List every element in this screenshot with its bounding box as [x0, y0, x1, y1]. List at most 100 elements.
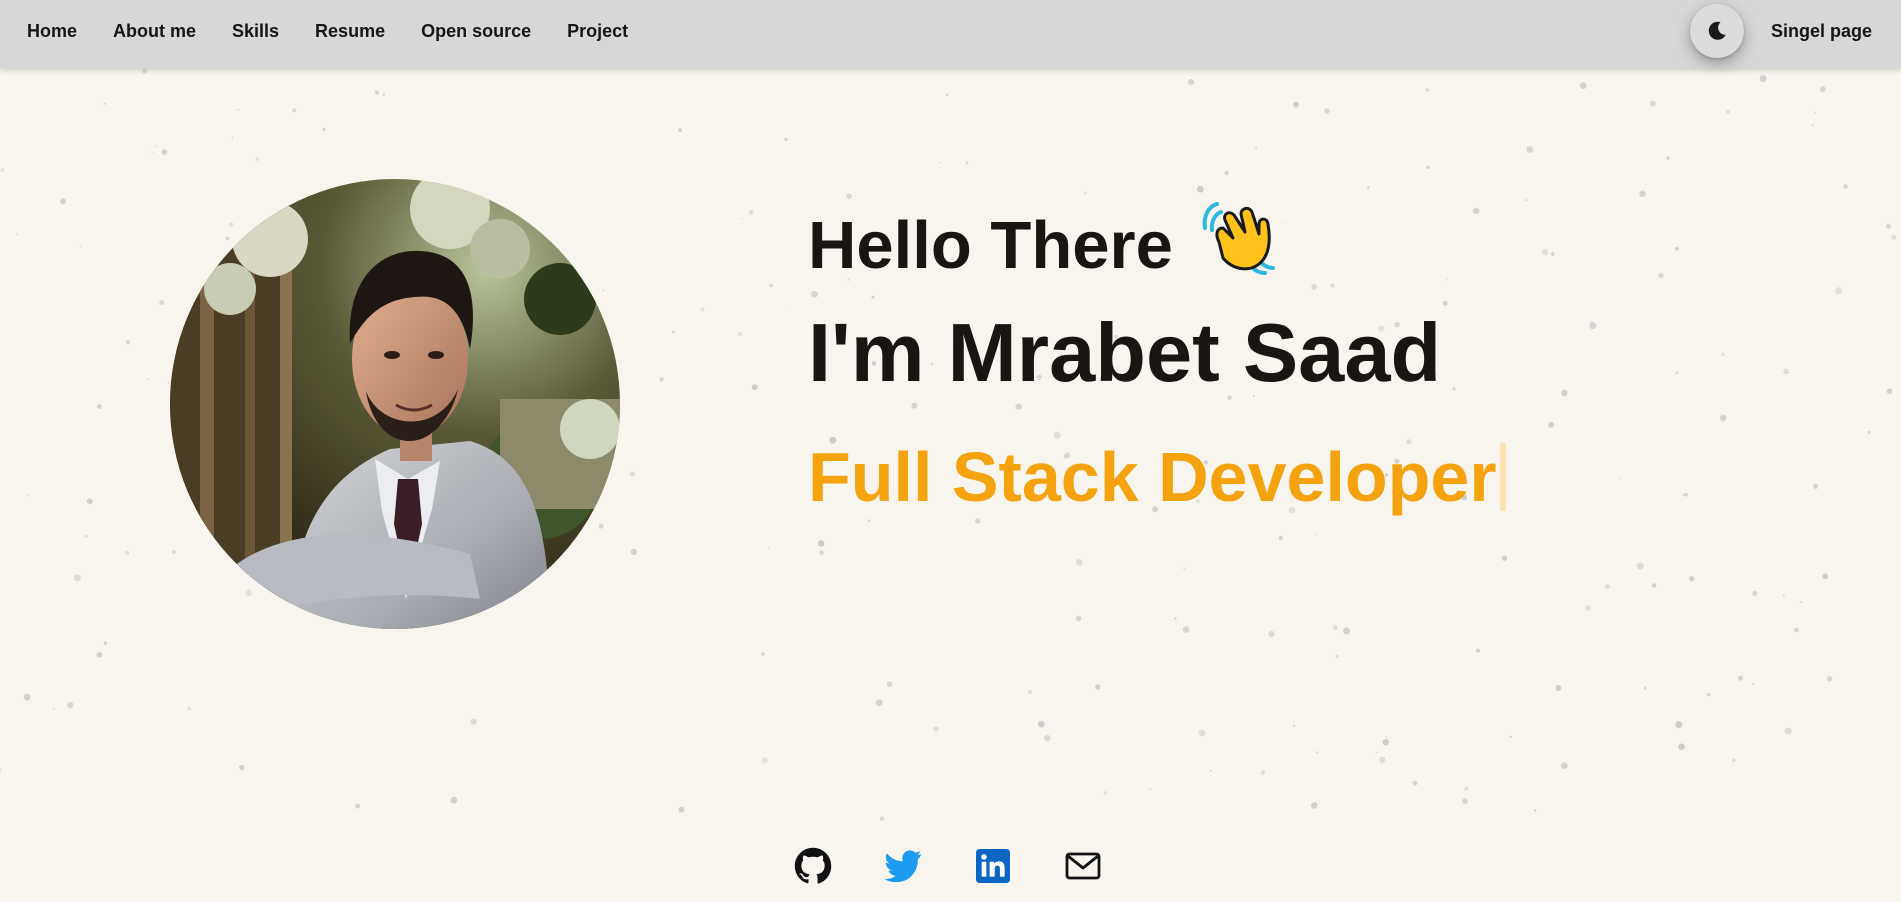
particle-dot: [678, 128, 682, 132]
particle-dot: [630, 548, 638, 555]
greeting-text: Hello There: [808, 207, 1173, 283]
nav-link-about[interactable]: About me: [113, 21, 196, 42]
particle-dot: [167, 382, 170, 385]
particle-dot: [1759, 75, 1767, 83]
particle-dot: [1311, 802, 1318, 809]
particle-dot: [1891, 234, 1897, 240]
particle-dot: [1720, 414, 1727, 422]
twitter-icon[interactable]: [883, 846, 923, 886]
particle-dot: [1548, 421, 1555, 428]
particle-dot: [187, 707, 191, 711]
particle-dot: [374, 90, 379, 95]
particle-dot: [225, 236, 230, 241]
particle-dot: [1425, 88, 1429, 92]
profile-photo: [170, 179, 620, 629]
particle-dot: [911, 402, 918, 409]
particle-dot: [1292, 724, 1296, 727]
particle-dot: [151, 151, 154, 154]
particle-dot: [1605, 584, 1610, 589]
particle-dot: [292, 108, 297, 113]
particle-dot: [1784, 727, 1792, 735]
particle-dot: [1678, 743, 1685, 751]
particle-dot: [1721, 352, 1725, 357]
particle-dot: [819, 550, 824, 555]
particle-dot: [470, 718, 477, 725]
moon-icon: [1708, 21, 1726, 40]
particle-dot: [1426, 165, 1430, 169]
particle-dot: [1675, 721, 1683, 729]
particle-dot: [678, 806, 685, 813]
particle-dot: [1619, 477, 1621, 480]
particle-dot: [1148, 787, 1152, 791]
particle-dot: [769, 283, 773, 288]
particle-dot: [1293, 101, 1299, 108]
nav-link-open-source[interactable]: Open source: [421, 21, 531, 42]
particle-dot: [1084, 191, 1087, 195]
particle-dot: [1782, 594, 1785, 597]
particle-dot: [1799, 600, 1803, 604]
particle-dot: [880, 816, 885, 821]
particle-dot: [125, 340, 130, 345]
particle-dot: [933, 726, 939, 732]
particle-dot: [1224, 170, 1229, 176]
nav-link-resume[interactable]: Resume: [315, 21, 385, 42]
nav-link-project[interactable]: Project: [567, 21, 628, 42]
nav-links: Home About me Skills Resume Open source …: [27, 0, 628, 62]
particle-dot: [355, 803, 360, 809]
waving-hand-icon: [1197, 198, 1275, 292]
particle-dot: [0, 768, 2, 772]
particle-dot: [938, 161, 941, 164]
particle-dot: [1561, 762, 1568, 769]
particle-dot: [1561, 389, 1568, 397]
nav-link-skills[interactable]: Skills: [232, 21, 279, 42]
theme-toggle-button[interactable]: [1690, 4, 1744, 58]
mail-icon[interactable]: [1063, 846, 1103, 886]
particle-dot: [1585, 605, 1592, 611]
particle-dot: [1590, 321, 1593, 324]
particle-dot: [171, 550, 176, 554]
particle-dot: [1095, 684, 1101, 690]
particle-dot: [785, 308, 787, 310]
single-page-link[interactable]: Singel page: [1771, 0, 1872, 62]
particle-dot: [1412, 780, 1418, 786]
particle-dot: [103, 102, 106, 105]
particle-dot: [1476, 648, 1480, 653]
particle-dot: [1819, 86, 1826, 93]
particle-dot: [1814, 111, 1816, 114]
particle-dot: [1260, 770, 1266, 775]
particle-dot: [1534, 809, 1537, 812]
particle-dot: [1284, 221, 1287, 224]
particle-dot: [1254, 146, 1258, 149]
particle-dot: [1579, 82, 1587, 89]
particle-dot: [1639, 190, 1646, 197]
particle-dot: [1675, 371, 1679, 375]
particle-dot: [231, 136, 234, 139]
particle-dot: [1182, 626, 1190, 633]
particle-dot: [1835, 287, 1843, 295]
particle-dot: [1658, 272, 1664, 279]
particle-dot: [103, 641, 108, 645]
particle-dot: [1726, 109, 1730, 114]
particle-dot: [1651, 583, 1657, 588]
particle-dot: [1525, 199, 1527, 202]
particle-dot: [700, 307, 705, 312]
particle-dot: [748, 210, 754, 215]
particle-dot: [1198, 729, 1206, 737]
particle-dot: [1446, 278, 1448, 281]
particle-dot: [97, 404, 102, 409]
particle-dot: [1278, 535, 1283, 540]
particle-dot: [1103, 791, 1108, 795]
particle-dot: [1076, 615, 1082, 622]
particle-dot: [1183, 567, 1185, 570]
particle-dot: [1462, 798, 1468, 804]
linkedin-icon[interactable]: [973, 846, 1013, 886]
nav-link-home[interactable]: Home: [27, 21, 77, 42]
particle-dot: [1689, 576, 1695, 582]
particle-dot: [1174, 617, 1177, 620]
particle-dot: [659, 377, 664, 382]
particle-dot: [1385, 736, 1388, 739]
particle-dot: [761, 652, 765, 656]
github-icon[interactable]: [793, 846, 833, 886]
particle-dot: [1555, 685, 1562, 691]
particle-dot: [1886, 388, 1893, 394]
